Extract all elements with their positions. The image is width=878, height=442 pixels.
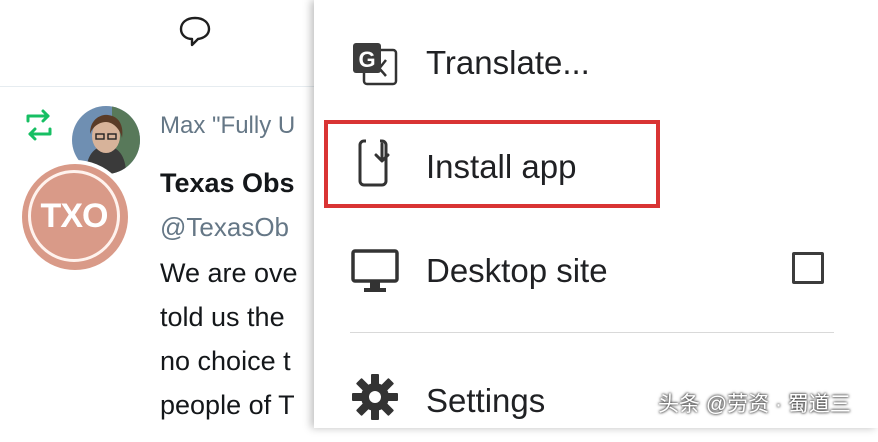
comment-icon[interactable] <box>178 14 212 48</box>
install-app-highlight <box>324 120 660 208</box>
gear-icon <box>352 374 398 420</box>
overflow-menu: G Translate... Install app Desktop site <box>314 0 878 428</box>
desktop-icon <box>351 249 399 292</box>
author-handle[interactable]: @TexasOb <box>160 212 289 243</box>
desktop-site-checkbox[interactable] <box>792 252 824 284</box>
avatar-text: TXO <box>28 170 120 262</box>
tweet-text-line: told us the <box>160 302 285 332</box>
translate-icon: G <box>353 43 398 86</box>
retweeter-name: Max "Fully U <box>160 112 296 139</box>
divider <box>0 86 320 87</box>
tweet-text-line: no choice t <box>160 346 291 376</box>
menu-item-translate[interactable]: G Translate... <box>314 20 878 110</box>
watermark: 头条 @劳资 · 蜀道三 <box>658 393 851 416</box>
menu-divider <box>350 332 834 333</box>
menu-item-label: Desktop site <box>426 252 608 289</box>
tweet-text-line: We are ove <box>160 258 298 288</box>
author-name[interactable]: Texas Obs <box>160 168 295 199</box>
tweet-text-line: people of T <box>160 390 295 420</box>
avatar-texas-observer[interactable]: TXO <box>22 164 128 270</box>
menu-item-label: Settings <box>426 382 546 419</box>
menu-item-label: Translate... <box>426 44 590 81</box>
retweet-icon <box>26 109 52 141</box>
svg-text:G: G <box>358 47 375 72</box>
